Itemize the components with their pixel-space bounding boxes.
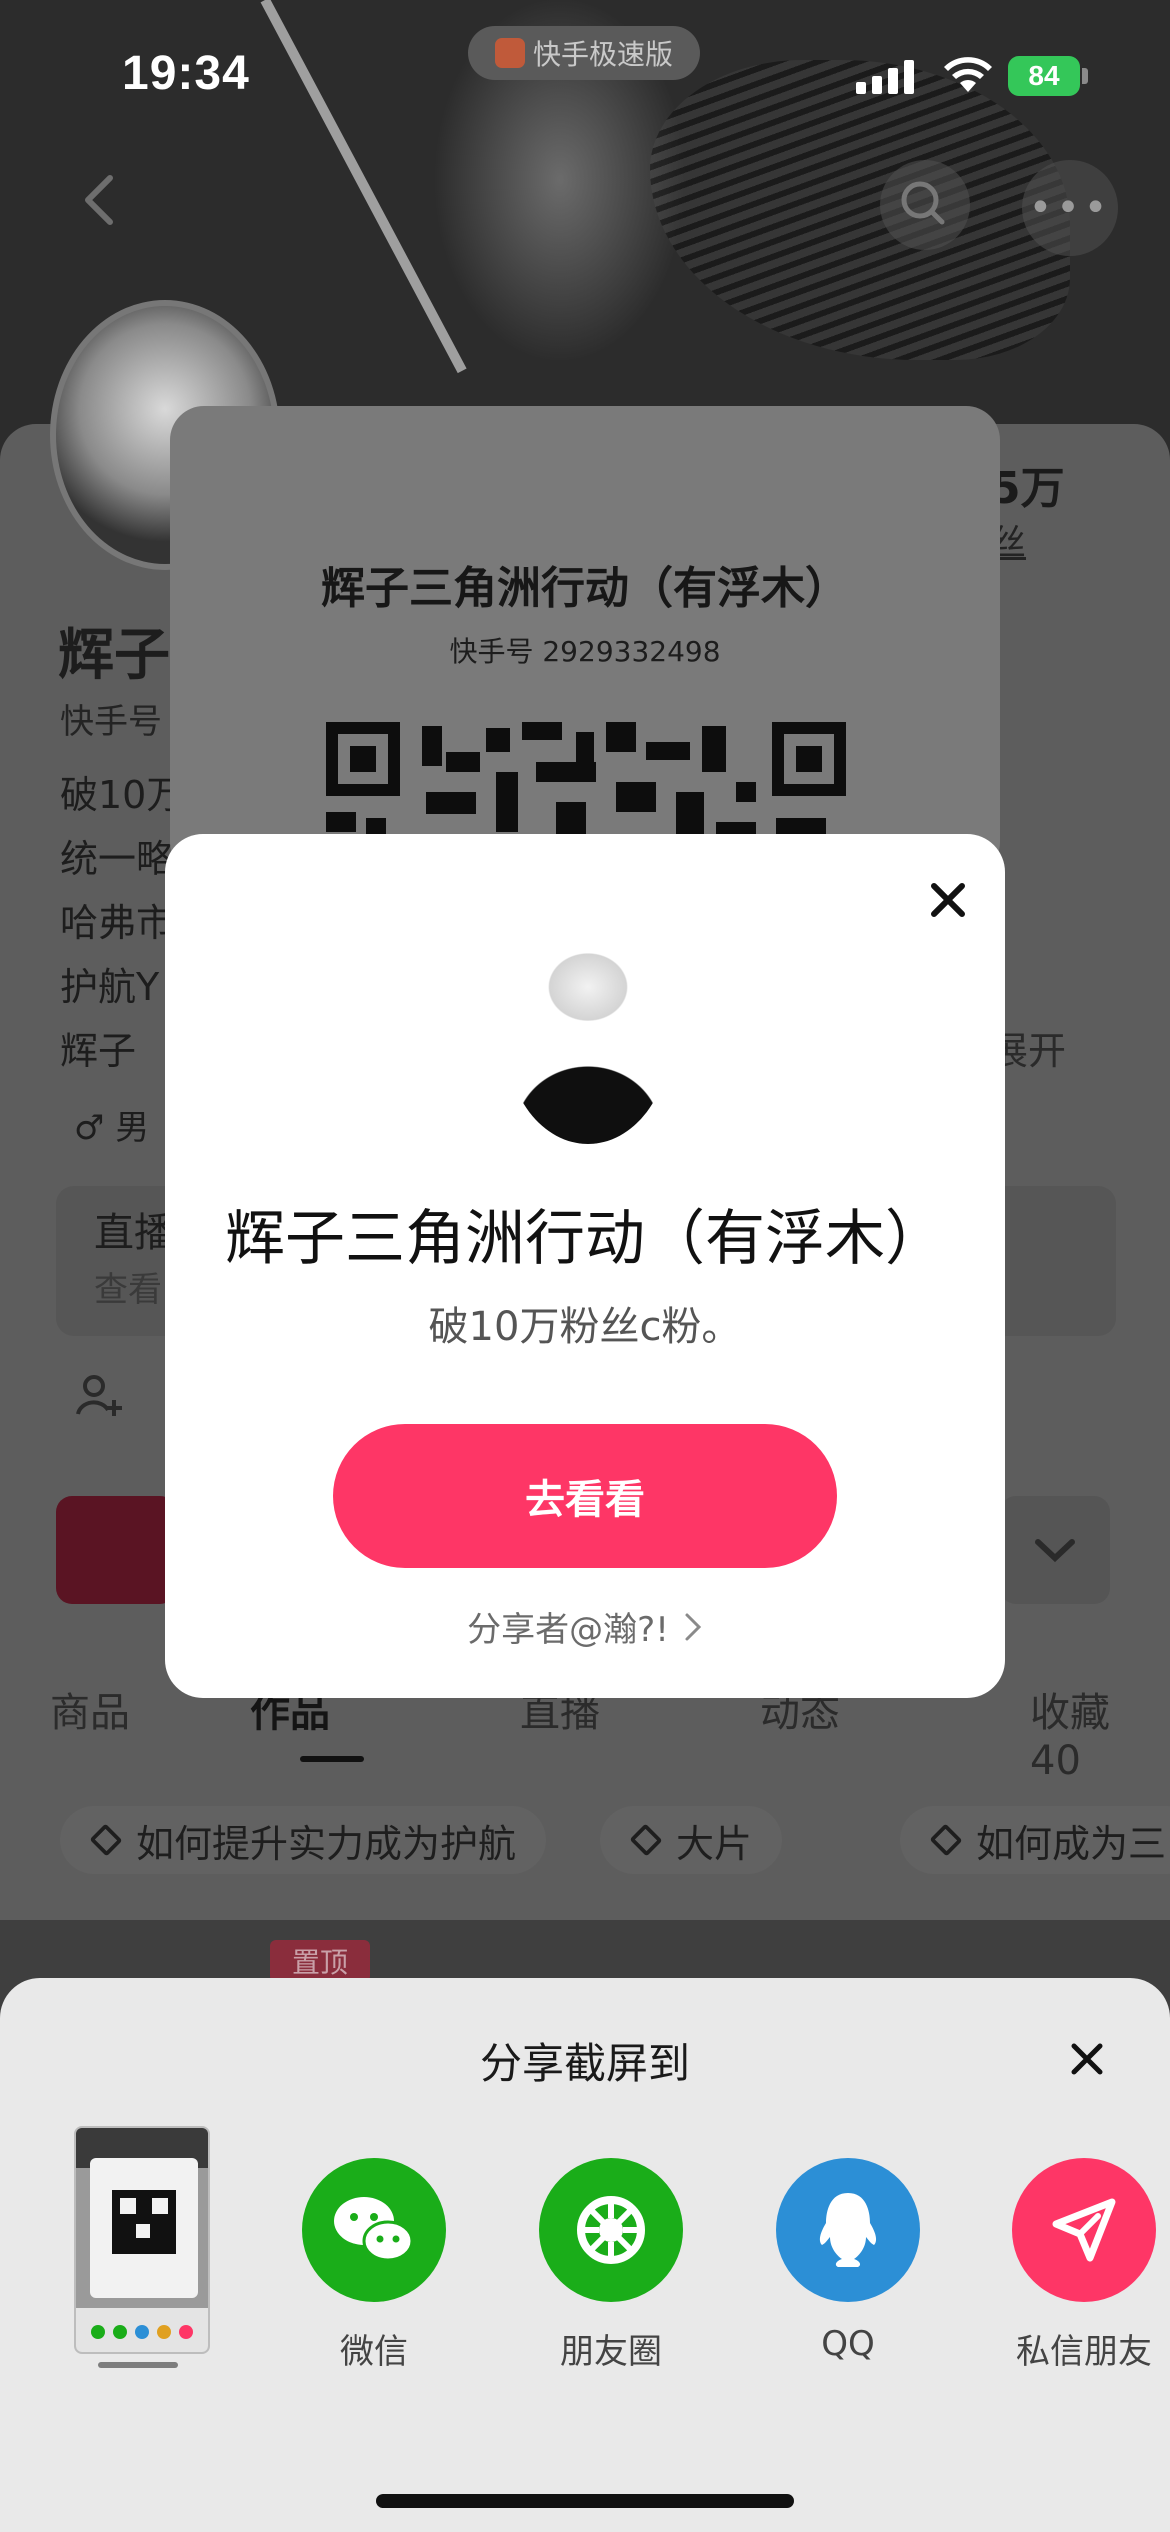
sharer-label: 分享者@瀚?! (467, 1610, 669, 1650)
layers-icon (89, 1823, 123, 1857)
close-icon[interactable] (920, 872, 976, 928)
home-indicator[interactable] (376, 2494, 794, 2508)
bio-line: 破10万 (60, 773, 185, 817)
bio-line: 哈弗市 (60, 901, 175, 945)
share-target-label: 私信朋友 (1016, 2332, 1152, 2372)
tab-active-indicator (300, 1756, 364, 1762)
search-button[interactable] (880, 160, 970, 250)
share-wechat[interactable]: 微信 (284, 2158, 464, 2373)
kuaishou-logo-icon (494, 38, 525, 68)
share-target-label: QQ (821, 2324, 875, 2364)
go-view-button[interactable]: 去看看 (333, 1424, 837, 1568)
follow-button[interactable] (56, 1496, 176, 1604)
screenshot-preview (76, 2128, 208, 2352)
qr-card-title: 辉子三角洲行动（有浮木） (321, 563, 849, 614)
wifi-icon (944, 57, 992, 92)
layers-icon (929, 1823, 963, 1857)
collection-chip[interactable]: 如何成为三 (900, 1806, 1170, 1874)
chevron-right-icon (685, 1613, 701, 1640)
chevron-down-icon (1035, 1539, 1075, 1563)
qr-profile-card: 辉子三角洲行动（有浮木） 快手号 2929332498 (170, 406, 1000, 876)
search-icon (901, 181, 945, 225)
more-options-button[interactable]: ••• (1022, 160, 1118, 256)
profile-share-modal: 辉子三角洲行动（有浮木） 破10万粉丝c粉。 去看看 分享者@瀚?! (165, 834, 1005, 1698)
tab-products[interactable]: 商品 (50, 1680, 130, 1738)
pinned-badge: 置顶 (270, 1940, 370, 1982)
collection-chip-label: 如何成为三 (976, 1821, 1167, 1866)
layers-icon (629, 1823, 663, 1857)
share-target-label: 微信 (340, 2332, 408, 2372)
user-avatar (505, 926, 671, 1144)
collection-chip-label: 大片 (676, 1821, 753, 1866)
bio-line: 辉子 (60, 1029, 137, 1073)
collection-chip-label: 如何提升实力成为护航 (136, 1821, 517, 1866)
tab-favorites[interactable]: 收藏 40 (1030, 1680, 1170, 1784)
share-private-message[interactable]: 私信朋友 (994, 2158, 1170, 2373)
bio-line: 护航Y (60, 965, 160, 1009)
app-source-pill[interactable]: 快手极速版 (468, 26, 700, 80)
qq-icon (776, 2158, 920, 2302)
status-time: 19:34 (122, 47, 250, 100)
status-bar: 19:34 快手极速版 84 (0, 0, 1170, 150)
wechat-icon (302, 2158, 446, 2302)
live-card-title: 直播 (94, 1210, 174, 1256)
moments-icon (539, 2158, 683, 2302)
bio-line: 统一略 (60, 837, 175, 881)
modal-user-name: 辉子三角洲行动（有浮木） (225, 1204, 945, 1274)
share-screenshot-sheet: 分享截屏到 微信 朋友圈 QQ 私信朋友 (0, 1978, 1170, 2532)
back-arrow-icon[interactable] (70, 170, 130, 230)
more-icon: ••• (1028, 185, 1112, 231)
gender-tag: ♂ 男 (74, 1108, 150, 1148)
collection-chip[interactable]: 如何提升实力成为护航 (60, 1806, 547, 1874)
qr-card-kuaishou-id: 快手号 2929332498 (449, 635, 721, 668)
close-icon[interactable] (1062, 2034, 1112, 2084)
battery-tip (1082, 68, 1088, 84)
cellular-signal-icon (856, 58, 914, 94)
live-card-subtitle: 查看 (94, 1270, 162, 1310)
share-target-label: 朋友圈 (560, 2332, 662, 2372)
add-friend-icon[interactable] (74, 1370, 124, 1420)
modal-user-bio: 破10万粉丝c粉。 (428, 1304, 742, 1350)
expand-recommend-button[interactable] (1000, 1496, 1110, 1604)
sharer-link[interactable]: 分享者@瀚?! (165, 1602, 1005, 1651)
send-icon (1012, 2158, 1156, 2302)
profile-name: 辉子 (58, 623, 170, 688)
battery-icon: 84 (1008, 56, 1080, 96)
thumbnail-scroll-indicator (98, 2362, 178, 2368)
fans-count[interactable]: 5万 (990, 452, 1065, 516)
share-sheet-title: 分享截屏到 (479, 2039, 690, 2088)
share-moments[interactable]: 朋友圈 (521, 2158, 701, 2373)
battery-level: 84 (1028, 60, 1060, 91)
app-source-label: 快手极速版 (532, 38, 673, 71)
screenshot-thumbnail[interactable] (74, 2126, 210, 2354)
share-qq[interactable]: QQ (758, 2158, 938, 2364)
profile-kuaishou-id: 快手号 (60, 702, 162, 742)
collection-chip[interactable]: 大片 (600, 1806, 783, 1874)
